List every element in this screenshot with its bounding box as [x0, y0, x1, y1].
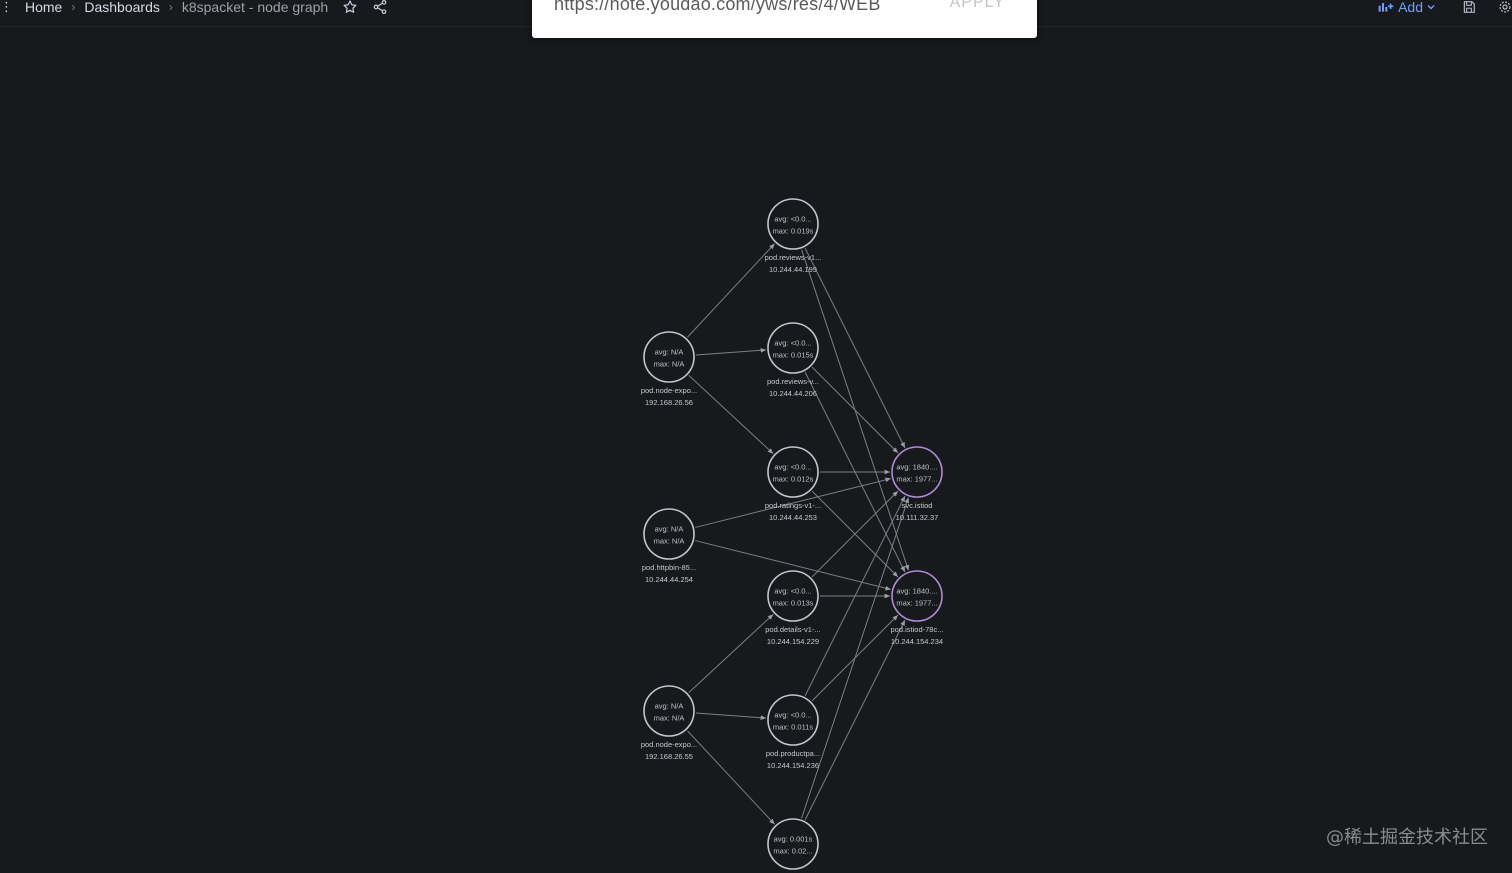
node-subtitle: 192.168.26.56 — [645, 398, 693, 407]
graph-node[interactable]: avg: 0.001s max: 0.02... — [767, 818, 819, 870]
node-title: pod.ratings-v1-... — [765, 501, 821, 510]
graph-edge[interactable] — [688, 374, 774, 455]
graph-edge[interactable] — [687, 730, 775, 825]
node-avg-stat: avg: <0.0... — [774, 587, 811, 596]
graph-edge[interactable] — [688, 613, 774, 694]
node-title: pod.node-expo... — [641, 386, 697, 395]
node-circle[interactable] — [767, 818, 819, 870]
node-subtitle: 10.244.44.254 — [645, 575, 693, 584]
node-avg-stat: avg: <0.0... — [774, 339, 811, 348]
node-max-stat: max: 0.02... — [773, 847, 812, 856]
node-circle[interactable] — [643, 331, 695, 383]
node-subtitle: 10.111.32.37 — [896, 513, 939, 522]
node-avg-stat: avg: <0.0... — [774, 711, 811, 720]
node-title: pod.details-v1-... — [765, 625, 820, 634]
node-circle[interactable] — [643, 508, 695, 560]
graph-node[interactable]: avg: N/A max: N/A pod.node-expo... 192.168.… — [641, 685, 697, 761]
node-max-stat: max: 0.015s — [773, 351, 814, 360]
node-max-stat: max: 0.011s — [773, 723, 814, 732]
node-max-stat: max: 0.019s — [773, 227, 814, 236]
node-avg-stat: avg: <0.0... — [774, 463, 811, 472]
node-max-stat: max: 0.013s — [773, 599, 814, 608]
graph-node[interactable]: avg: N/A max: N/A pod.httpbin-85... 10.244.… — [642, 508, 696, 584]
graph-edge[interactable] — [804, 619, 906, 821]
node-circle[interactable] — [891, 446, 943, 498]
node-circle[interactable] — [767, 570, 819, 622]
node-subtitle: 10.244.154.236 — [767, 761, 819, 770]
node-subtitle: 10.244.44.253 — [769, 513, 817, 522]
node-title: pod.reviews-v... — [767, 377, 819, 386]
node-max-stat: max: 1977... — [896, 599, 937, 608]
node-max-stat: max: N/A — [654, 360, 685, 369]
node-title: pod.node-expo... — [641, 740, 697, 749]
node-circle[interactable] — [767, 198, 819, 250]
node-avg-stat: avg: 1840.... — [896, 463, 937, 472]
graph-node[interactable]: avg: <0.0... max: 0.013s pod.details-v1-..… — [765, 570, 821, 646]
node-title: pod.productpa... — [766, 749, 820, 758]
graph-node[interactable]: avg: <0.0... max: 0.015s pod.reviews-v... 1… — [767, 322, 819, 398]
node-subtitle: 10.244.154.234 — [891, 637, 943, 646]
node-max-stat: max: 1977... — [896, 475, 937, 484]
graph-node[interactable]: avg: <0.0... max: 0.011s pod.productpa... 1… — [766, 694, 820, 770]
node-title: pod.httpbin-85... — [642, 563, 696, 572]
graph-edge[interactable] — [695, 347, 767, 356]
node-circle[interactable] — [643, 685, 695, 737]
node-subtitle: 10.244.44.199 — [769, 265, 817, 274]
graph-node[interactable]: avg: N/A max: N/A pod.node-expo... 192.168.… — [641, 331, 697, 407]
url-popup: https://note.youdao.com/yws/res/4/WEB AP… — [532, 0, 1037, 38]
node-circle[interactable] — [767, 694, 819, 746]
graph-nodes: avg: <0.0... max: 0.019s pod.reviews-v1...… — [641, 198, 944, 870]
graph-edge[interactable] — [811, 366, 899, 454]
node-subtitle: 10.244.154.229 — [767, 637, 819, 646]
node-max-stat: max: N/A — [654, 537, 685, 546]
node-avg-stat: avg: N/A — [655, 348, 684, 357]
graph-node[interactable]: avg: <0.0... max: 0.012s pod.ratings-v1-..… — [765, 446, 821, 522]
node-title: svc.istiod — [902, 501, 933, 510]
node-avg-stat: avg: <0.0... — [774, 215, 811, 224]
graph-node[interactable]: avg: 1840.... max: 1977... svc.istiod 10.11… — [891, 446, 943, 522]
node-subtitle: 10.244.44.206 — [769, 389, 817, 398]
node-graph[interactable]: avg: <0.0... max: 0.019s pod.reviews-v1...… — [0, 0, 1512, 873]
node-circle[interactable] — [891, 570, 943, 622]
graph-edge[interactable] — [801, 497, 910, 819]
graph-node[interactable]: avg: 1840.... max: 1977... pod.istiod-78c.… — [891, 570, 944, 646]
node-circle[interactable] — [767, 446, 819, 498]
graph-edge[interactable] — [687, 243, 775, 338]
node-max-stat: max: 0.012s — [773, 475, 814, 484]
node-circle[interactable] — [767, 322, 819, 374]
node-avg-stat: avg: N/A — [655, 525, 684, 534]
node-title: pod.reviews-v1... — [765, 253, 822, 262]
node-max-stat: max: N/A — [654, 714, 685, 723]
url-input[interactable]: https://note.youdao.com/yws/res/4/WEB — [554, 0, 914, 15]
watermark: @稀土掘金技术社区 — [1326, 827, 1488, 848]
node-subtitle: 192.168.26.55 — [645, 752, 693, 761]
node-title: pod.istiod-78c... — [891, 625, 944, 634]
graph-edge[interactable] — [695, 712, 767, 721]
node-avg-stat: avg: N/A — [655, 702, 684, 711]
node-avg-stat: avg: 1840.... — [896, 587, 937, 596]
node-avg-stat: avg: 0.001s — [774, 835, 813, 844]
graph-edge[interactable] — [804, 247, 906, 449]
apply-button[interactable]: APPLY — [950, 0, 1005, 12]
